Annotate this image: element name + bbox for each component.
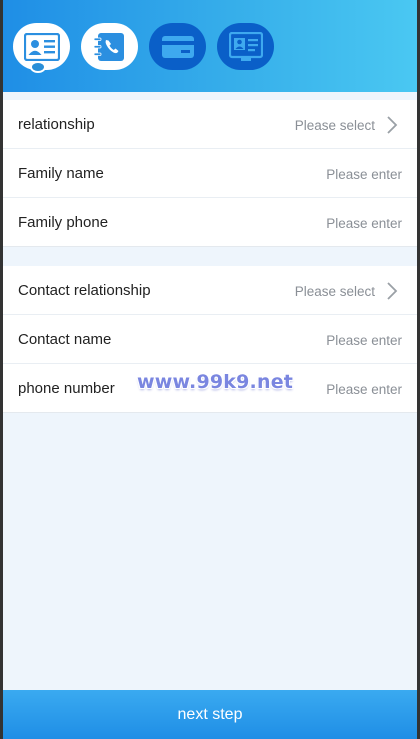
relationship-select[interactable]: Please select [295, 100, 375, 151]
chevron-right-icon [387, 116, 398, 134]
family-relationship-row[interactable]: relationship Please select [3, 100, 417, 149]
license-icon [228, 31, 263, 62]
current-step-indicator [30, 61, 46, 73]
bank-card-icon [161, 35, 195, 59]
family-phone-row[interactable]: Family phone Please enter [3, 198, 417, 247]
contact-phone-input[interactable]: Please enter [326, 364, 402, 415]
step-identity[interactable] [217, 23, 274, 70]
family-info-section: relationship Please select Family name P… [3, 100, 417, 247]
family-phone-input[interactable]: Please enter [326, 198, 402, 249]
family-name-input[interactable]: Please enter [326, 149, 402, 200]
contact-name-input[interactable]: Please enter [326, 315, 402, 366]
family-name-row[interactable]: Family name Please enter [3, 149, 417, 198]
chevron-right-icon [387, 282, 398, 300]
field-label: relationship [18, 116, 95, 133]
contact-relationship-row[interactable]: Contact relationship Please select [3, 266, 417, 315]
field-label: phone number [18, 380, 115, 397]
watermark: www.99k9.net [137, 371, 294, 393]
field-label: Family name [18, 165, 104, 182]
next-step-button[interactable]: next step [3, 690, 417, 739]
contact-name-row[interactable]: Contact name Please enter [3, 315, 417, 364]
step-bank-card[interactable] [149, 23, 206, 70]
id-card-icon [23, 32, 60, 61]
phone-book-icon [93, 31, 127, 63]
field-label: Family phone [18, 214, 109, 231]
step-header [3, 0, 417, 92]
field-label: Contact name [18, 331, 112, 348]
app-screen: relationship Please select Family name P… [3, 0, 417, 739]
step-contacts[interactable] [81, 23, 138, 70]
field-label: Contact relationship [18, 282, 151, 299]
contact-relationship-select[interactable]: Please select [295, 266, 375, 317]
